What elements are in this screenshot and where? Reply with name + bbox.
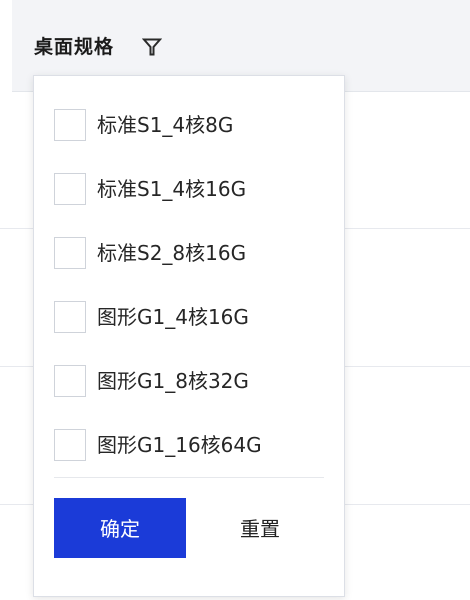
option-checkbox[interactable] (54, 173, 86, 205)
filter-option[interactable]: 图形G1_4核16G (54, 301, 324, 335)
column-title: 桌面规格 (34, 36, 115, 58)
option-label: 图形G1_4核16G (97, 305, 249, 329)
filter-option[interactable]: 标准S1_4核16G (54, 173, 324, 207)
filter-option[interactable]: 标准S2_8核16G (54, 237, 324, 271)
reset-button[interactable]: 重置 (198, 498, 322, 558)
option-checkbox[interactable] (54, 109, 86, 141)
header-left-cell (0, 0, 12, 92)
filter-dropdown: 标准S1_4核8G 标准S1_4核16G 标准S2_8核16G 图形G1_4核1… (33, 75, 345, 597)
option-label: 标准S1_4核16G (97, 177, 247, 201)
option-checkbox[interactable] (54, 365, 86, 397)
option-checkbox[interactable] (54, 237, 86, 269)
filter-icon-graphic (141, 38, 163, 56)
confirm-button[interactable]: 确定 (54, 498, 186, 558)
option-checkbox[interactable] (54, 429, 86, 461)
filter-option[interactable]: 标准S1_4核8G (54, 109, 324, 143)
divider (54, 477, 324, 478)
option-label: 标准S1_4核8G (97, 113, 234, 137)
filter-option[interactable]: 图形G1_16核64G (54, 429, 324, 463)
filter-option[interactable]: 图形G1_8核32G (54, 365, 324, 399)
filter-icon[interactable] (141, 37, 163, 57)
option-label: 图形G1_8核32G (97, 369, 249, 393)
option-label: 标准S2_8核16G (97, 241, 247, 265)
option-label: 图形G1_16核64G (97, 433, 262, 457)
option-checkbox[interactable] (54, 301, 86, 333)
